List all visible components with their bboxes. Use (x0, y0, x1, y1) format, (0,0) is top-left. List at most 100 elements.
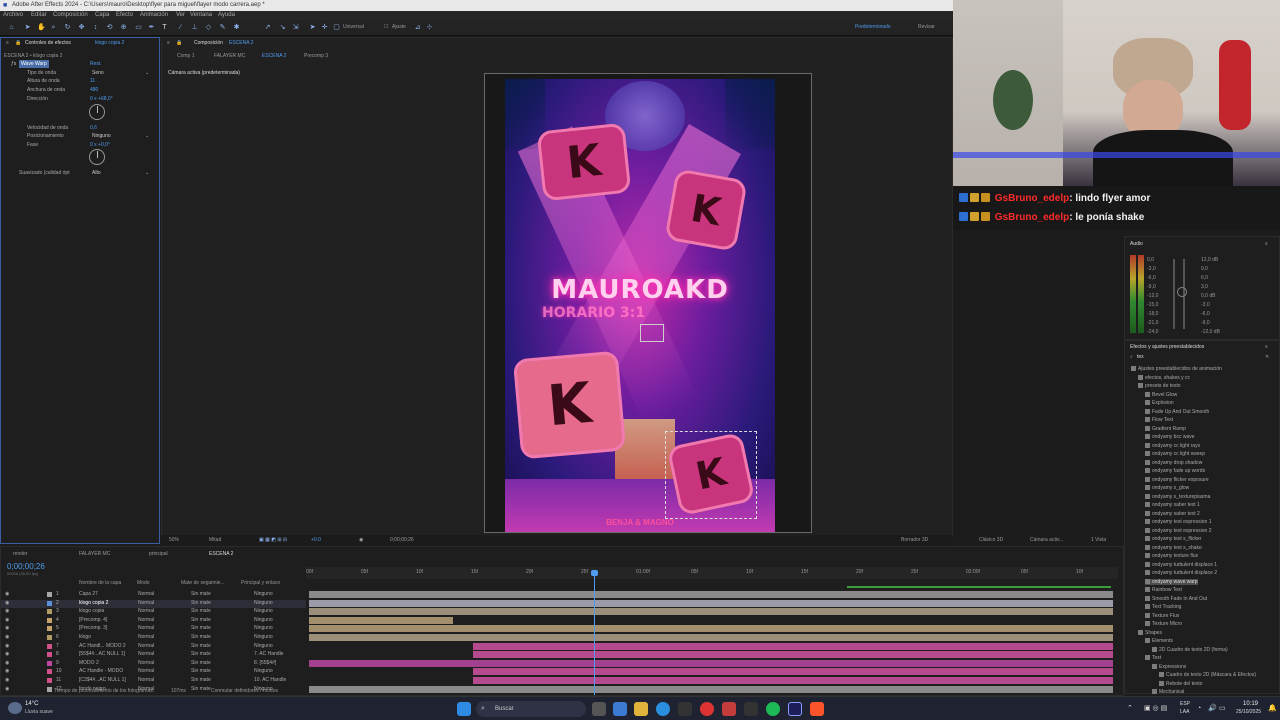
snap-options-icon[interactable]: ⊿ (414, 24, 421, 31)
layer-track-matte-select[interactable]: Sin mate (191, 626, 211, 631)
preset-tree-item[interactable]: ondyamy text expression 1 (1145, 519, 1211, 525)
resolution-select[interactable]: Mitad (209, 538, 221, 543)
preset-tree-item[interactable]: ondyamy text s_flicker (1145, 536, 1201, 542)
language-label[interactable]: ESP (1180, 702, 1190, 707)
taskbar-search-box[interactable]: ⌕ Buscar (476, 701, 586, 717)
layer-mode-select[interactable]: Normal (138, 678, 154, 683)
layer-label-color[interactable] (47, 652, 52, 658)
pan-tool-icon[interactable]: ✥ (78, 24, 85, 31)
lock-icon[interactable]: 🔒 (176, 40, 182, 46)
preset-tree-item[interactable]: Smooth Fade In And Out (1145, 595, 1207, 602)
region-icons[interactable]: ▣ ▦ ◩ ⊞ ⊟ (259, 538, 287, 543)
views-select[interactable]: 1 Vista (1091, 538, 1106, 543)
visibility-eye-icon[interactable]: ◉ (5, 635, 9, 640)
layer-parent-select[interactable]: Ninguno (254, 635, 273, 640)
layer-duration-bar[interactable] (309, 634, 1113, 641)
effect-controls-tab[interactable]: Controles de efectos (25, 40, 71, 46)
preset-tree-item[interactable]: ondyamy flicker exposure (1145, 476, 1209, 483)
rectangle-tool-icon[interactable]: ▭ (135, 24, 142, 31)
brave-icon[interactable] (810, 702, 824, 716)
layer-duration-bar[interactable] (473, 642, 1113, 650)
panel-menu-icon[interactable]: ≡ (1265, 241, 1268, 247)
preset-tree-item[interactable]: ondyamy saber text 1 (1145, 502, 1200, 508)
layer-name[interactable]: Capa 27 (79, 592, 98, 597)
battery-icon[interactable]: ▭ (1219, 705, 1226, 712)
layer-mode-select[interactable]: Normal (138, 600, 154, 606)
menu-capa[interactable]: Capa (95, 12, 109, 18)
preset-tree-item[interactable]: Explosion (1145, 400, 1174, 406)
app-icon[interactable] (744, 702, 758, 716)
universal-label[interactable]: Universal (343, 25, 364, 30)
volume-icon[interactable]: 🔊 (1208, 705, 1217, 712)
layer-mode-select[interactable]: Normal (138, 660, 154, 666)
timeline-layer-row[interactable]: ◉ 5 [Precomp. 3] Normal Sin mate Ninguno (1, 625, 306, 633)
layer-label-color[interactable] (47, 617, 52, 623)
tray-chevron-up-icon[interactable]: ⌃ (1127, 705, 1133, 712)
zoom-tool-icon[interactable]: ⌕ (50, 24, 57, 31)
layer-name[interactable]: AC Handl... MODO 2 (79, 643, 126, 649)
timeline-layer-row[interactable]: ◉ 2 klogo copia 2 Normal Sin mate Ninguno (1, 599, 306, 608)
panel-menu-icon[interactable]: ≡ (167, 40, 170, 46)
layer-label-color[interactable] (47, 600, 52, 606)
comp-timecode[interactable]: 0;00;00;26 (390, 538, 414, 543)
layer-mode-select[interactable]: Normal (138, 592, 154, 597)
layer-name[interactable]: [Precomp. 3] (79, 626, 107, 631)
preset-tree-item[interactable]: ondyamy s_glow (1145, 485, 1189, 491)
visibility-eye-icon[interactable]: ◉ (5, 626, 9, 631)
brush-tool-icon[interactable]: ∕ (177, 24, 184, 31)
layer-mode-select[interactable]: Normal (138, 609, 154, 614)
effect-layer-link[interactable]: klogo copia 2 (95, 40, 124, 46)
visibility-eye-icon[interactable]: ◉ (5, 592, 9, 597)
layer-track-matte-select[interactable]: Sin mate (191, 652, 211, 657)
layer-name[interactable]: [C3$4#...AC NULL 1] (79, 678, 126, 683)
selection-tool-icon[interactable]: ➤ (24, 24, 31, 31)
preset-tree-item[interactable]: Text Tracking (1145, 604, 1181, 610)
timeline-layer-row[interactable]: ◉ 10 AC Handle - MODO Normal Sin mate Ninguno (1, 668, 306, 676)
menu-ventana[interactable]: Ventana (190, 12, 212, 18)
move-icon[interactable]: ✛ (321, 24, 328, 31)
prop-pinning-select[interactable]: Ninguno (92, 133, 111, 139)
layer-track-matte-select[interactable]: Sin mate (191, 643, 211, 649)
layer-track-matte-select[interactable]: Sin mate (191, 600, 211, 606)
layer-mode-select[interactable]: Normal (138, 643, 154, 649)
timeline-tab-render[interactable]: render (13, 551, 27, 557)
prop-phase-value[interactable]: 0 x +0,0° (90, 142, 110, 148)
k-logo-sticker[interactable]: K (664, 168, 748, 252)
layer-mode-select[interactable]: Normal (138, 669, 154, 674)
preset-tree-item[interactable]: ondyamy bcc wave (1145, 434, 1195, 440)
preset-tree-item[interactable]: ondyamy texture flux (1145, 553, 1198, 559)
preset-tree-item[interactable]: ondyamy saber text 2 (1145, 510, 1200, 517)
chrome-icon[interactable] (700, 702, 714, 716)
visibility-eye-icon[interactable]: ◉ (5, 652, 9, 657)
wifi-icon[interactable]: ◔ (1197, 705, 1201, 712)
preset-tree-item[interactable]: ondyamy turbulent displace 1 (1145, 561, 1217, 568)
layer-parent-select[interactable]: 7. AC Handle (254, 652, 283, 657)
presets-panel-title[interactable]: Efectos y ajustes preestablecidos (1130, 344, 1204, 350)
edge-icon[interactable] (656, 702, 670, 716)
layer-duration-bar[interactable] (309, 608, 1113, 616)
layer-label-color[interactable] (47, 678, 52, 683)
notepad-icon[interactable] (678, 702, 692, 716)
layer-label-color[interactable] (47, 643, 52, 649)
effect-name[interactable]: Wave Warp (19, 60, 49, 68)
preset-tree-item[interactable]: Elements (1145, 638, 1173, 644)
keyboard-layout-label[interactable]: LAA (1180, 710, 1189, 715)
orbit-tool-icon[interactable]: ↻ (64, 24, 71, 31)
layer-parent-select[interactable]: Ninguno (254, 592, 273, 597)
comp-subtab-escena2[interactable]: ESCENA 2 (262, 53, 286, 59)
preset-tree-item[interactable]: presets de texto (1138, 383, 1181, 389)
text-tool-icon[interactable]: T (161, 24, 168, 31)
layer-duration-bar[interactable] (309, 625, 1113, 633)
preset-tree-item[interactable]: Text (1145, 655, 1161, 661)
audio-panel-title[interactable]: Audio (1130, 241, 1143, 247)
timeline-timecode[interactable]: 0;00;00;26 (7, 563, 45, 571)
layer-name[interactable]: MODO 2 (79, 660, 99, 666)
prop-direction-value[interactable]: 0 x +68,0° (90, 96, 113, 102)
scale-icon[interactable]: ▢ (333, 24, 340, 31)
composition-tab-label[interactable]: Composición (194, 40, 223, 46)
visibility-eye-icon[interactable]: ◉ (5, 643, 9, 649)
workspace-predeterminado[interactable]: Predeterminado (855, 25, 891, 30)
timeline-layer-row[interactable]: ◉ 3 klogo copia Normal Sin mate Ninguno (1, 608, 306, 616)
layer-duration-bar[interactable] (309, 616, 453, 624)
menu-animacion[interactable]: Animación (140, 12, 168, 18)
